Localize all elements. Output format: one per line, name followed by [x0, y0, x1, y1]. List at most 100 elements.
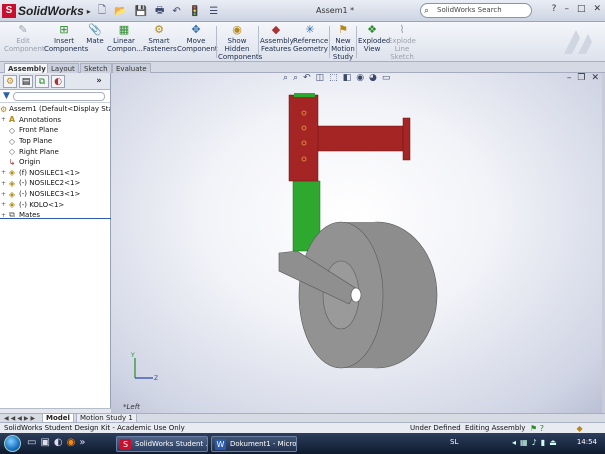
network-icon[interactable]: ▦ [520, 438, 528, 447]
tree-item-kolo[interactable]: + ◈ (-) KOLO<1> [0, 199, 110, 210]
move-component-button[interactable]: ✥ Move Component [177, 23, 218, 54]
assembly-model[interactable]: Y Z [111, 73, 605, 413]
feature-manager-tab-icon[interactable]: ⚙ [3, 74, 17, 88]
tab-assembly[interactable]: Assembly [4, 63, 50, 73]
tab-evaluate[interactable]: Evaluate [112, 63, 151, 73]
save-icon[interactable]: 💾 [135, 6, 147, 17]
quick-launch-chevron-icon[interactable]: » [79, 437, 85, 448]
exploded-view-icon: ❖ [367, 23, 377, 36]
edit-component-button[interactable]: ✎ Edit Component [4, 23, 45, 54]
language-indicator[interactable]: SL [450, 438, 458, 446]
help-icon[interactable]: ? [540, 424, 544, 433]
options-icon[interactable]: ☰ [209, 6, 218, 17]
feature-tree: ⚙ Assem1 (Default<Display State + A Anno… [0, 103, 110, 221]
start-button[interactable] [4, 435, 21, 452]
smart-fasteners-button[interactable]: ⚙ Smart Fasteners [143, 24, 177, 54]
annotations-icon: A [8, 115, 16, 125]
tree-item-nosilec1[interactable]: + ◈ (f) NOSILEC1<1> [0, 168, 110, 179]
ribbon-separator [329, 26, 330, 58]
close-button[interactable]: ✕ [593, 4, 601, 14]
help-button[interactable]: ? [552, 4, 557, 14]
tray-arrow-icon[interactable]: ◂ [512, 438, 516, 447]
part-icon: ◈ [8, 168, 16, 178]
search-input[interactable]: ⌕ SolidWorks Search [420, 3, 532, 18]
graphics-area[interactable]: ⌕ ⌕ ↶ ◫ ⬚ ◧ ◉ ◕ ▭ – ❐ ✕ Y Z *Left [111, 73, 605, 413]
tree-item-nosilec3[interactable]: + ◈ (-) NOSILEC3<1> [0, 189, 110, 200]
tab-layout[interactable]: Layout [47, 63, 79, 73]
media-player-icon[interactable]: ◐ [54, 437, 63, 448]
tree-item-front-plane[interactable]: ◇ Front Plane [0, 125, 110, 136]
tree-item-label: Assem1 (Default<Display State [9, 105, 110, 114]
move-component-icon: ✥ [191, 23, 201, 36]
assembly-icon: ⚙ [0, 104, 8, 114]
power-icon[interactable]: ▮ [541, 438, 545, 447]
new-document-icon[interactable]: 🗋 [98, 3, 106, 20]
part-icon: ◈ [8, 189, 16, 199]
configuration-manager-tab-icon[interactable]: ⧉ [35, 74, 49, 88]
explorer-icon[interactable]: ▣ [40, 437, 49, 448]
edit-component-icon: ✎ [18, 23, 28, 36]
tree-item-origin[interactable]: ↳ Origin [0, 157, 110, 168]
taskbar-solidworks[interactable]: S SolidWorks Student ... [116, 436, 208, 452]
document-title: Assem1 * [316, 6, 355, 15]
tree-item-label: Right Plane [19, 147, 59, 156]
display-manager-tab-icon[interactable]: ◐ [51, 74, 65, 88]
filter-input[interactable] [12, 91, 105, 101]
insert-components-button[interactable]: ⊞ Insert Components [44, 23, 88, 54]
linear-component-pattern-button[interactable]: ▦ Linear Compon... [107, 24, 143, 54]
solidworks-watermark-icon [564, 30, 592, 54]
filter-icon[interactable]: ▼ [3, 91, 10, 101]
mate-button[interactable]: 📎 Mate [84, 24, 106, 46]
tree-item-assembly[interactable]: ⚙ Assem1 (Default<Display State [0, 104, 110, 115]
chevron-double-right-icon[interactable]: » [92, 75, 106, 88]
part-icon: ◈ [8, 200, 16, 210]
ribbon-separator [216, 26, 217, 58]
expand-toggle[interactable]: + [0, 116, 7, 123]
chevron-right-icon: ▸ [86, 6, 91, 16]
solidworks-logo[interactable]: S SolidWorks ▸ [2, 3, 91, 19]
print-icon[interactable]: 🖶 [155, 3, 164, 20]
quick-access-toolbar: 🗋 📂 💾 🖶 ↶ 🚦 ☰ [98, 4, 226, 18]
rebuild-icon[interactable]: ⚑ [530, 424, 537, 433]
maximize-button[interactable]: □ [577, 4, 586, 14]
show-desktop-icon[interactable]: ▭ [27, 437, 36, 448]
command-tabs: Assembly Layout Sketch Evaluate [0, 62, 605, 73]
taskbar-item-label: Dokument1 - Micro... [230, 440, 297, 448]
expand-toggle[interactable]: + [0, 169, 7, 176]
red-arm [316, 125, 404, 152]
expand-toggle[interactable]: + [0, 191, 7, 198]
tree-item-label: (-) NOSILEC2<1> [19, 179, 81, 188]
insert-components-icon: ⊞ [59, 23, 69, 36]
triad-z-label: Z [154, 375, 158, 382]
volume-icon[interactable]: ♪ [532, 438, 537, 447]
taskbar-word[interactable]: W Dokument1 - Micro... [211, 436, 297, 452]
explode-line-sketch-icon: ⌇ [399, 23, 405, 36]
new-motion-study-button[interactable]: ⚑ New Motion Study [331, 24, 355, 62]
safely-remove-icon[interactable]: ⏏ [549, 438, 557, 447]
tree-item-top-plane[interactable]: ◇ Top Plane [0, 136, 110, 147]
show-hidden-components-button[interactable]: ◉ Show Hidden Components [218, 24, 262, 62]
rebuild-icon[interactable]: 🚦 [189, 6, 201, 17]
reference-geometry-button[interactable]: ✳ Reference Geometry [293, 24, 328, 54]
open-icon[interactable]: 📂 [114, 6, 126, 17]
assembly-features-button[interactable]: ◆ Assembly Features [260, 24, 294, 54]
property-manager-tab-icon[interactable]: ▤ [19, 74, 33, 88]
tree-item-annotations[interactable]: + A Annotations [0, 115, 110, 126]
browser-icon[interactable]: ◉ [67, 437, 76, 448]
exploded-view-button[interactable]: ❖ Exploded View [358, 23, 390, 54]
expand-toggle[interactable]: + [0, 180, 7, 187]
tab-sketch[interactable]: Sketch [80, 63, 112, 73]
expand-toggle[interactable]: + [0, 201, 7, 208]
app-name: SolidWorks [18, 4, 84, 18]
feature-manager-panel: ⚙ ▤ ⧉ ◐ » ▼ ⚙ Assem1 (Default<Display St… [0, 73, 111, 417]
model-tabs: ◀◀◀▶▶ Model Motion Study 1 [0, 413, 605, 423]
tree-item-nosilec2[interactable]: + ◈ (-) NOSILEC2<1> [0, 178, 110, 189]
explode-line-sketch-button[interactable]: ⌇ Explode Line Sketch [388, 23, 416, 62]
tag-icon[interactable]: ◆ [577, 424, 583, 433]
minimize-button[interactable]: – [564, 4, 569, 14]
logo-mark: S [2, 4, 16, 18]
plane-icon: ◇ [8, 125, 16, 135]
tree-item-right-plane[interactable]: ◇ Right Plane [0, 146, 110, 157]
undo-icon[interactable]: ↶ [172, 6, 180, 17]
clock[interactable]: 14:54 [577, 438, 597, 446]
